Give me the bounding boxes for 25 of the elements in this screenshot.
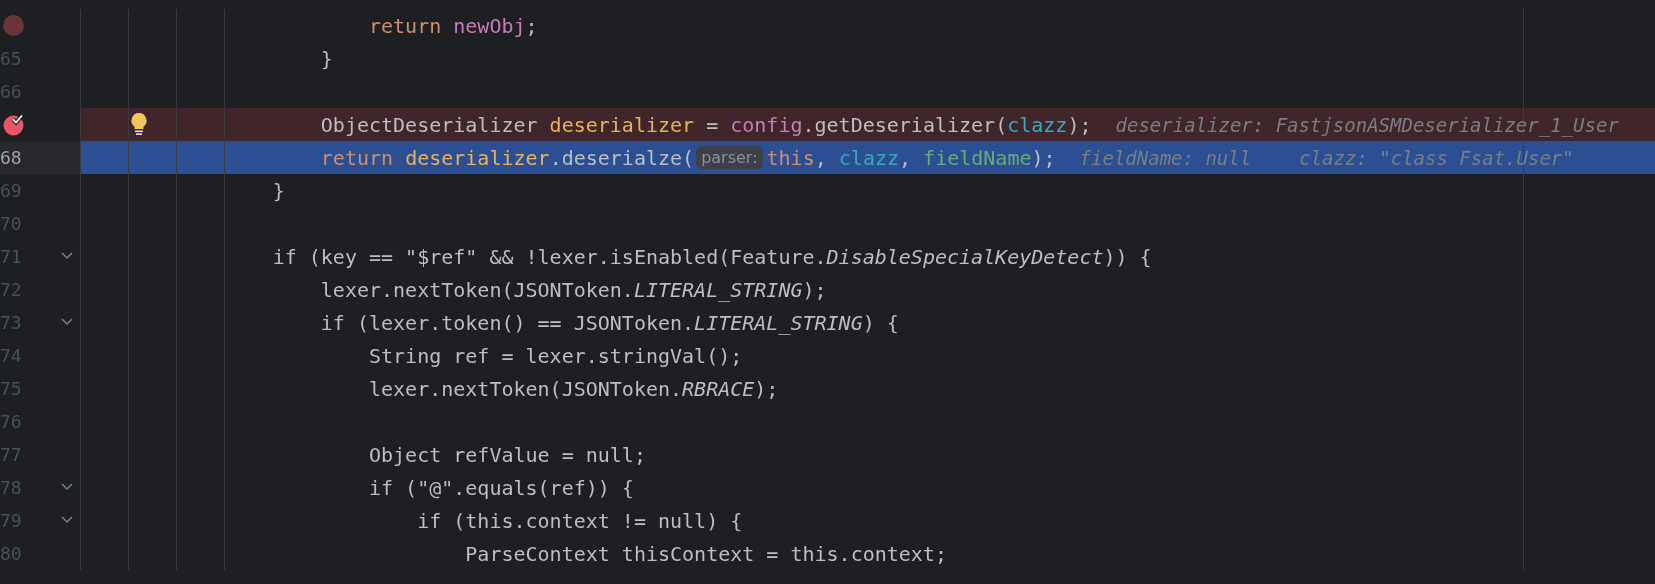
line-number: 68 — [0, 147, 22, 168]
inline-value: fieldName: null — [1079, 146, 1252, 169]
chevron-icon[interactable] — [60, 251, 74, 261]
chevron-icon[interactable] — [60, 317, 74, 327]
code-line: Object refValue = null; — [369, 442, 646, 467]
chevron-icon[interactable] — [60, 515, 74, 525]
code-line: ObjectDeserializer deserializer = config.getDeserializer(clazz); — [320, 112, 1092, 137]
chevron-icon[interactable] — [60, 482, 74, 492]
code-line: lexer.nextToken(JSONToken.RBRACE); — [369, 376, 779, 401]
code-line: if (lexer.token() == JSONToken.LITERAL_STRING) { — [320, 310, 899, 335]
breakpoint-icon[interactable] — [2, 113, 25, 136]
code-line: lexer.nextToken(JSONToken.LITERAL_STRING); — [320, 277, 827, 302]
code-line: } — [272, 178, 285, 203]
parameter-hint: parser: — [696, 146, 763, 169]
code-line: ParseContext thisContext = this.context; — [465, 541, 947, 566]
code-line: this, clazz, fieldName); — [766, 145, 1056, 170]
inline-value: deserializer: FastjsonASMDeserializer_1_User — [1115, 113, 1619, 136]
code-line: } — [320, 46, 333, 71]
code-line: if (this.context != null) { — [417, 508, 743, 533]
code-line: return newObj; — [369, 13, 538, 38]
code-line: String ref = lexer.stringVal(); — [369, 343, 743, 368]
code-line: if ("@".equals(ref)) { — [369, 475, 634, 500]
code-line: if (key == "$ref" && !lexer.isEnabled(Feature.DisableSpecialKeyDetect)) { — [272, 244, 1152, 269]
lightbulb-icon[interactable] — [130, 112, 148, 136]
code-line: return deserializer.deserialze( — [320, 145, 695, 170]
